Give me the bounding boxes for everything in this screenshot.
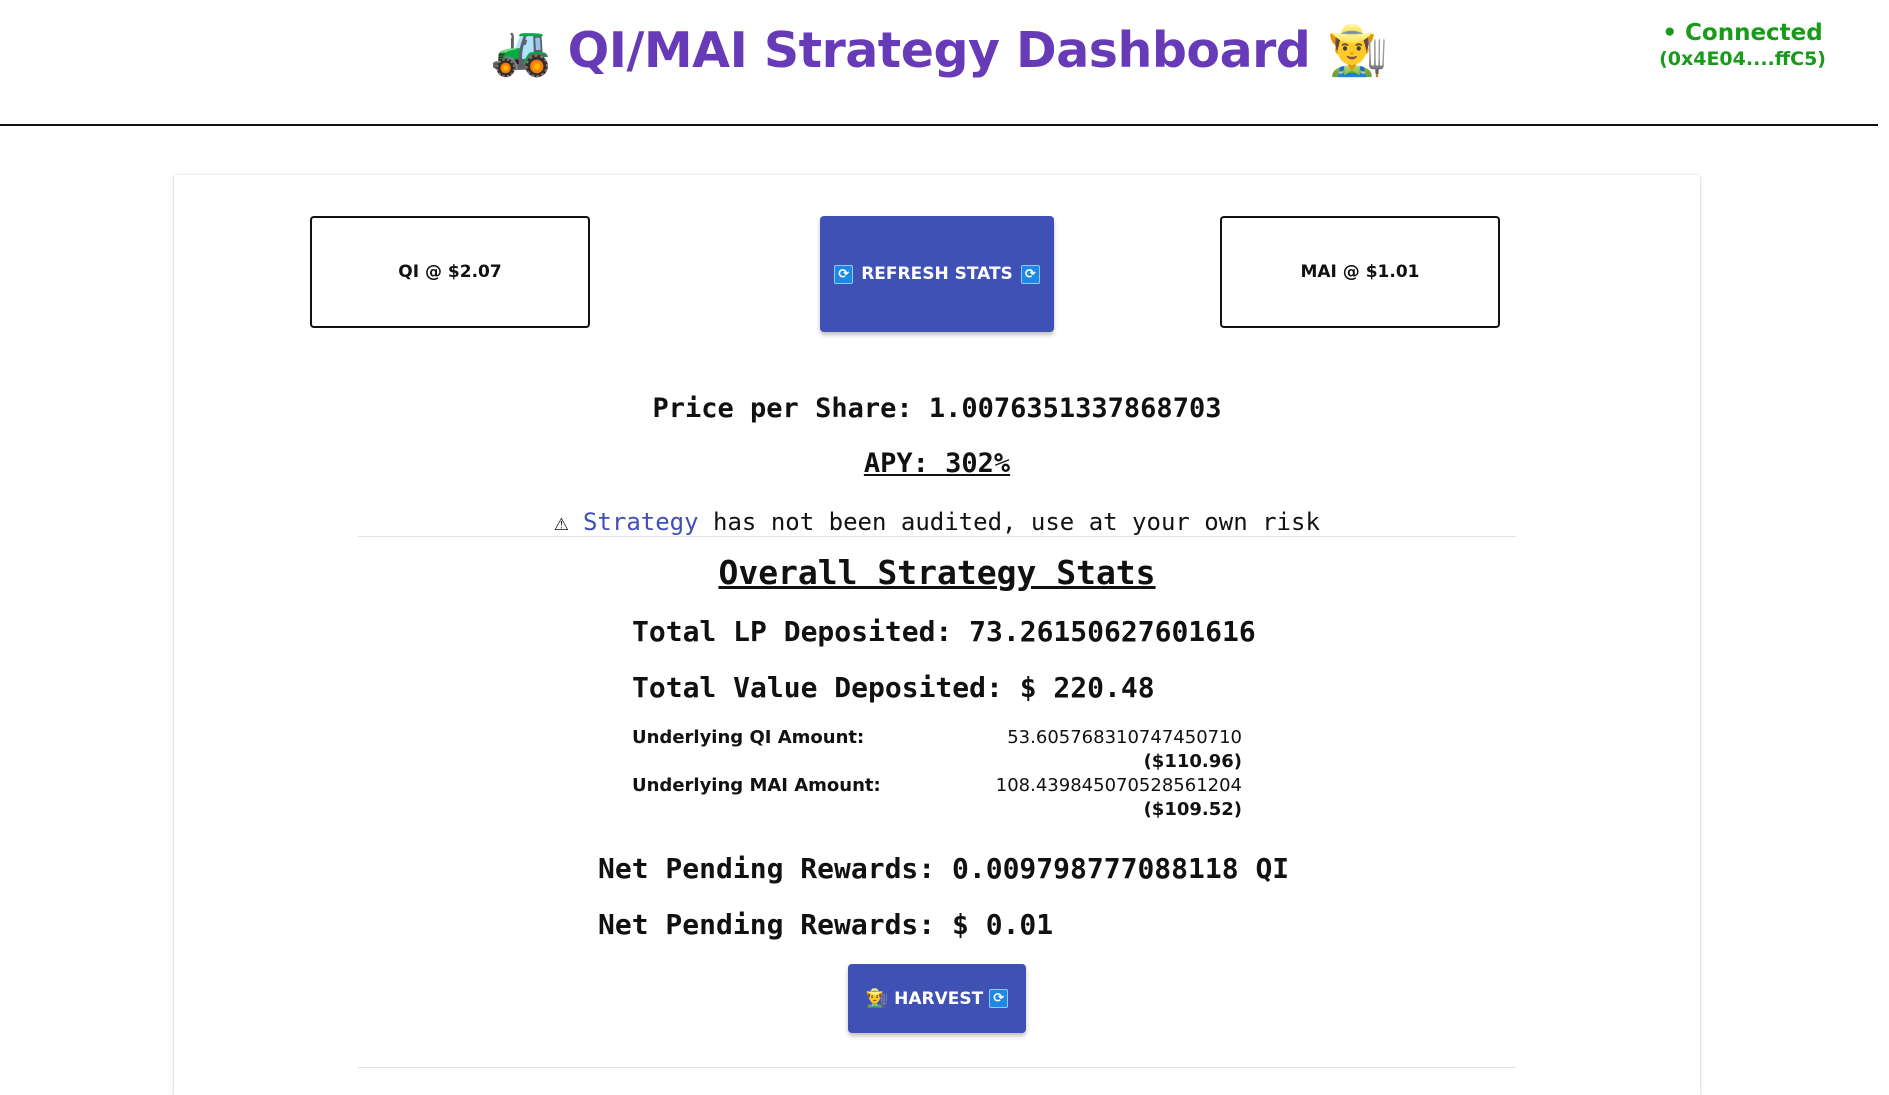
net-pending-rewards-usd: Net Pending Rewards: $ 0.01 xyxy=(598,908,1054,941)
page-title: 🚜 QI/MAI Strategy Dashboard 👨‍🌾 xyxy=(0,22,1878,79)
underlying-mai-label: Underlying MAI Amount: xyxy=(632,775,881,796)
mai-price-box: MAI @ $1.01 xyxy=(1220,216,1500,328)
connection-indicator[interactable]: • Connected (0x4E04....ffC5) xyxy=(1659,20,1826,70)
underlying-mai-amount: 108.439845070528561204 xyxy=(995,775,1242,796)
connection-status: • Connected xyxy=(1662,20,1823,46)
warning-icon: ⚠ xyxy=(554,508,569,536)
underlying-qi-amount: 53.605768310747450710 xyxy=(1007,727,1242,748)
underlying-qi-label: Underlying QI Amount: xyxy=(632,727,865,748)
farmer-icon: 👨‍🌾 xyxy=(1326,22,1388,79)
net-pending-rewards-qi: Net Pending Rewards: 0.009798777088118 Q… xyxy=(598,852,1290,885)
harvest-button[interactable]: 👨‍🌾 HARVEST ⟳ xyxy=(848,964,1026,1033)
refresh-stats-label: REFRESH STATS xyxy=(861,264,1013,284)
warning-text: has not been audited, use at your own ri… xyxy=(698,508,1320,536)
overall-stats-heading: Overall Strategy Stats xyxy=(718,553,1156,592)
sync-icon: ⟳ xyxy=(834,264,854,284)
qi-price-box: QI @ $2.07 xyxy=(310,216,590,328)
qi-price-label: QI @ $2.07 xyxy=(398,262,502,282)
sync-icon: ⟳ xyxy=(989,989,1009,1008)
audit-warning: ⚠ Strategy has not been audited, use at … xyxy=(174,508,1700,536)
total-value-deposited: Total Value Deposited: $ 220.48 xyxy=(632,671,1155,704)
tractor-icon: 🚜 xyxy=(490,22,552,79)
divider xyxy=(358,1067,1516,1068)
refresh-stats-button[interactable]: ⟳ REFRESH STATS ⟳ xyxy=(820,216,1054,332)
farmer-icon: 👨‍🌾 xyxy=(865,988,889,1009)
app-header: 🚜 QI/MAI Strategy Dashboard 👨‍🌾 • Connec… xyxy=(0,0,1878,126)
underlying-mai-usd: ($109.52) xyxy=(1143,799,1242,820)
strategy-link[interactable]: Strategy xyxy=(583,508,699,536)
price-per-share: Price per Share: 1.0076351337868703 xyxy=(652,393,1222,424)
apy-value: APY: 302% xyxy=(863,448,1011,479)
page-title-text: QI/MAI Strategy Dashboard xyxy=(567,22,1311,79)
wallet-address: (0x4E04....ffC5) xyxy=(1659,48,1826,70)
underlying-qi-usd: ($110.96) xyxy=(1143,751,1242,772)
harvest-label: HARVEST xyxy=(894,988,984,1009)
sync-icon: ⟳ xyxy=(1020,264,1040,284)
strategy-card: QI @ $2.07 ⟳ REFRESH STATS ⟳ MAI @ $1.01… xyxy=(174,175,1700,1095)
total-lp-deposited: Total LP Deposited: 73.26150627601616 xyxy=(632,615,1256,648)
mai-price-label: MAI @ $1.01 xyxy=(1300,262,1420,282)
divider xyxy=(358,536,1516,537)
overall-stats-heading-row: Overall Strategy Stats xyxy=(174,553,1700,592)
apy-row: APY: 302% xyxy=(174,448,1700,479)
